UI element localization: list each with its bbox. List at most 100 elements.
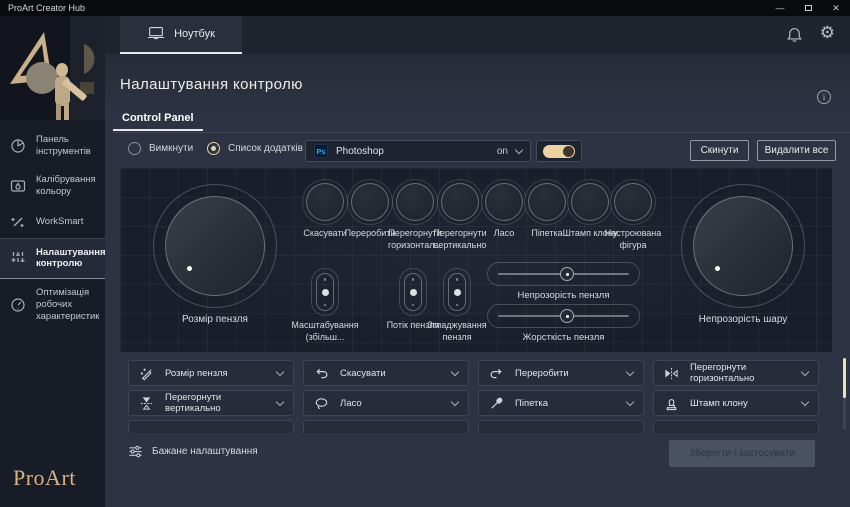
info-icon[interactable]: i bbox=[817, 90, 831, 104]
assignment-dropdown[interactable]: Переробити bbox=[478, 360, 644, 386]
slider-track bbox=[404, 273, 422, 311]
minimize-button[interactable]: — bbox=[766, 0, 794, 16]
brush-opacity-slider[interactable] bbox=[487, 262, 640, 286]
app-state: on bbox=[497, 146, 508, 157]
slider-thumb[interactable] bbox=[454, 289, 461, 296]
vertical-slider-label: Згладжування пензля bbox=[421, 320, 493, 343]
flip-horizontal-icon bbox=[664, 366, 680, 381]
dashboard-icon bbox=[10, 138, 27, 154]
chevron-down-icon bbox=[276, 367, 284, 375]
assignment-dropdown-partial[interactable] bbox=[128, 420, 294, 433]
dial-knob bbox=[165, 196, 265, 296]
reset-button[interactable]: Скинути bbox=[690, 140, 749, 161]
assignment-dropdown[interactable]: Ласо bbox=[303, 390, 469, 416]
assignment-label: Штамп клону bbox=[690, 398, 748, 409]
assignment-label: Розмір пензля bbox=[165, 368, 228, 379]
assignment-dropdown[interactable]: Перегорнути вертикально bbox=[128, 390, 294, 416]
color-calibration-icon bbox=[10, 178, 27, 194]
small-dial[interactable] bbox=[571, 183, 609, 221]
small-dial-label: Настроювана фігура bbox=[600, 228, 666, 251]
small-dial[interactable] bbox=[614, 183, 652, 221]
scrollbar[interactable] bbox=[843, 358, 846, 430]
brush-size-dial[interactable] bbox=[153, 184, 277, 308]
proart-artwork bbox=[0, 16, 105, 120]
preferred-settings-label: Бажане налаштування bbox=[152, 446, 258, 457]
layer-opacity-dial[interactable] bbox=[681, 184, 805, 308]
brush-hardness-slider[interactable] bbox=[487, 304, 640, 328]
vertical-slider[interactable] bbox=[399, 268, 427, 316]
preferences-sliders-icon bbox=[128, 444, 143, 459]
app-name: Photoshop bbox=[336, 146, 384, 157]
right-dial-label: Непрозорість шару bbox=[683, 314, 803, 325]
assignment-dropdown-list: Розмір пензля Скасувати Переробити bbox=[120, 356, 848, 433]
sidebar-item-worksmart[interactable]: WorkSmart bbox=[0, 206, 105, 238]
sidebar-item-label: Панель інструментів bbox=[36, 134, 99, 158]
dial-knob bbox=[693, 196, 793, 296]
small-dial[interactable] bbox=[441, 183, 479, 221]
assignment-label: Скасувати bbox=[340, 368, 386, 379]
radio-circle-selected[interactable] bbox=[207, 142, 220, 155]
sidebar-menu: Панель інструментів Калібрування кольору… bbox=[0, 126, 105, 331]
assignment-dropdown-partial[interactable] bbox=[653, 420, 819, 433]
sidebar-item-control-settings[interactable]: Налаштування контролю bbox=[0, 238, 105, 280]
slider-thumb[interactable] bbox=[560, 267, 574, 281]
small-dial[interactable] bbox=[306, 183, 344, 221]
sidebar-item-dashboard[interactable]: Панель інструментів bbox=[0, 126, 105, 166]
preferred-settings[interactable]: Бажане налаштування bbox=[128, 444, 258, 459]
vertical-slider[interactable] bbox=[443, 268, 471, 316]
chevron-down-icon bbox=[451, 367, 459, 375]
flip-vertical-icon bbox=[139, 396, 155, 411]
small-dial[interactable] bbox=[528, 183, 566, 221]
undo-icon bbox=[314, 366, 330, 381]
small-dial[interactable] bbox=[396, 183, 434, 221]
assignment-dropdown[interactable]: Розмір пензля bbox=[128, 360, 294, 386]
assignment-dropdown[interactable]: Піпетка bbox=[478, 390, 644, 416]
vertical-slider-label: Масштабування (збільш... bbox=[289, 320, 361, 343]
slider-dot bbox=[324, 304, 327, 307]
sidebar-item-label: WorkSmart bbox=[36, 216, 83, 228]
sidebar-item-performance[interactable]: Оптимізація робочих характеристик bbox=[0, 279, 105, 331]
brush-icon bbox=[139, 366, 155, 381]
radio-app-list[interactable]: Список додатків bbox=[207, 142, 303, 155]
assignment-dropdown-partial[interactable] bbox=[303, 420, 469, 433]
settings-gear-icon[interactable]: ⚙ bbox=[820, 23, 835, 43]
app-toggle-on[interactable] bbox=[543, 145, 575, 158]
laptop-icon bbox=[147, 26, 165, 43]
delete-all-button[interactable]: Видалити все bbox=[757, 140, 836, 161]
slider-track bbox=[448, 273, 466, 311]
assignment-dropdown-partial[interactable] bbox=[478, 420, 644, 433]
close-button[interactable]: ✕ bbox=[822, 0, 850, 16]
maximize-button[interactable] bbox=[794, 0, 822, 16]
control-mapping-panel: Розмір пензля Непрозорість шару Скасуват… bbox=[120, 168, 832, 352]
application-row: Вимкнути Список додатків Ps Photoshop on… bbox=[105, 140, 850, 164]
slider-thumb[interactable] bbox=[410, 289, 417, 296]
scrollbar-thumb[interactable] bbox=[843, 358, 846, 398]
slider-thumb[interactable] bbox=[560, 309, 574, 323]
small-dial[interactable] bbox=[485, 183, 523, 221]
horizontal-slider-label: Жорсткість пензля bbox=[487, 332, 640, 343]
assignment-dropdown[interactable]: Скасувати bbox=[303, 360, 469, 386]
assignment-dropdown[interactable]: Штамп клону bbox=[653, 390, 819, 416]
chevron-down-icon bbox=[801, 367, 809, 375]
tab-control-panel[interactable]: Control Panel bbox=[113, 112, 203, 131]
radio-circle[interactable] bbox=[128, 142, 141, 155]
sidebar-item-label: Налаштування контролю bbox=[36, 247, 106, 271]
notifications-bell-icon[interactable] bbox=[786, 26, 803, 49]
window-titlebar: ProArt Creator Hub — ✕ bbox=[0, 0, 850, 16]
sidebar: Панель інструментів Калібрування кольору… bbox=[0, 16, 105, 507]
tab-laptop[interactable]: Ноутбук bbox=[120, 16, 242, 54]
app-select-dropdown[interactable]: Ps Photoshop on bbox=[305, 140, 531, 162]
sidebar-item-color-calibration[interactable]: Калібрування кольору bbox=[0, 166, 105, 206]
chevron-down-icon bbox=[626, 367, 634, 375]
vertical-slider[interactable] bbox=[311, 268, 339, 316]
assignment-dropdown[interactable]: Перегорнути горизонтально bbox=[653, 360, 819, 386]
radio-disable[interactable]: Вимкнути bbox=[128, 142, 193, 155]
slider-dot bbox=[456, 304, 459, 307]
slider-thumb[interactable] bbox=[322, 289, 329, 296]
dial-indicator-dot bbox=[187, 266, 192, 271]
save-apply-button[interactable]: Зберегти і застосувати bbox=[669, 440, 815, 467]
left-dial-label: Розмір пензля bbox=[155, 314, 275, 325]
chevron-down-icon bbox=[451, 397, 459, 405]
lasso-icon bbox=[314, 396, 330, 411]
small-dial[interactable] bbox=[351, 183, 389, 221]
